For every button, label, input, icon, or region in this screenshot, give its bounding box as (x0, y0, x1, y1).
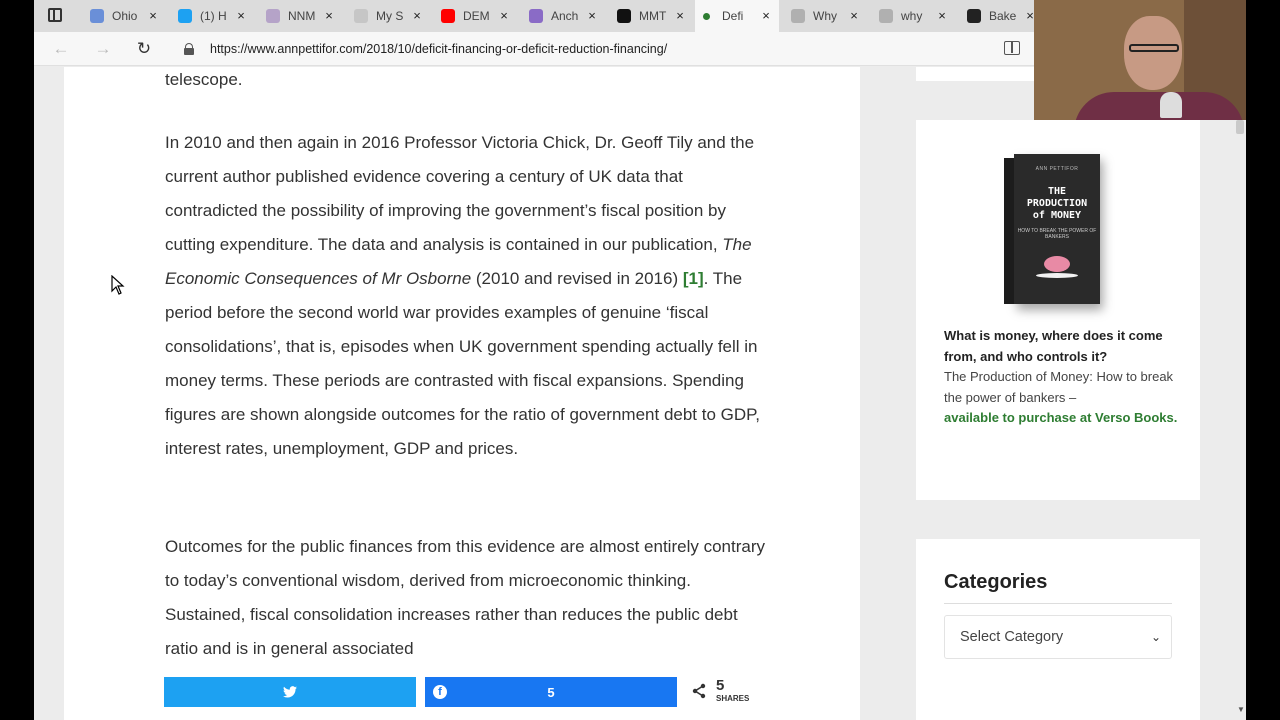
url-field[interactable]: https://www.annpettifor.com/2018/10/defi… (174, 36, 1014, 62)
browser-tab[interactable]: MMT × (609, 0, 693, 32)
microphone-icon (1160, 92, 1182, 118)
close-tab-icon[interactable]: × (146, 8, 160, 23)
tab-label: Bake (989, 9, 1017, 23)
book-description: What is money, where does it come from, … (944, 326, 1180, 429)
close-tab-icon[interactable]: × (673, 8, 687, 23)
plate-icon (1036, 273, 1078, 278)
browser-tab[interactable]: DEM × (433, 0, 517, 32)
tab-favicon-icon (354, 9, 368, 23)
close-tab-icon[interactable]: × (585, 8, 599, 23)
categories-title: Categories (944, 571, 1048, 593)
scrollbar-thumb[interactable] (1236, 120, 1244, 134)
forward-icon[interactable]: → (92, 38, 114, 60)
tab-favicon-icon (879, 9, 893, 23)
book-widget: ANN PETTIFOR THE PRODUCTION of MONEY HOW… (916, 120, 1200, 500)
tab-favicon-icon (90, 9, 104, 23)
piggy-bank-icon (1044, 256, 1070, 272)
mouse-cursor-icon (111, 275, 125, 295)
share-icon (692, 683, 706, 699)
url-text: https://www.annpettifor.com/2018/10/defi… (210, 42, 668, 56)
tab-favicon-icon (178, 9, 192, 23)
browser-tab[interactable]: why × (871, 0, 955, 32)
tab-favicon-icon (967, 9, 981, 23)
categories-widget: Categories Select Category ⌄ (916, 539, 1200, 720)
browser-tab[interactable]: NNM × (258, 0, 342, 32)
tab-favicon-icon (266, 9, 280, 23)
footnote-link[interactable]: [1] (683, 269, 704, 288)
paragraph-text: . The period before the second world war… (165, 269, 761, 458)
facebook-share-count: 5 (547, 684, 555, 700)
chevron-down-icon: ⌄ (1150, 630, 1161, 644)
tab-label: My S (376, 9, 404, 23)
paragraph-text: (2010 and revised in 2016) (471, 269, 683, 288)
share-total: 5 SHARES (691, 677, 761, 707)
book-desc: The Production of Money: How to break th… (944, 369, 1174, 405)
tab-favicon-icon (791, 9, 805, 23)
article-content: telescope. In 2010 and then again in 201… (64, 67, 860, 720)
close-tab-icon[interactable]: × (935, 8, 949, 23)
close-tab-icon[interactable]: × (847, 8, 861, 23)
tab-label: why (901, 9, 923, 23)
share-bar: f 5 5 SHARES (164, 677, 764, 707)
browser-tab[interactable]: My S × (346, 0, 430, 32)
tab-label: (1) H (200, 9, 227, 23)
category-select[interactable]: Select Category ⌄ (944, 615, 1172, 659)
book-title: THE PRODUCTION of MONEY (1026, 186, 1088, 221)
book-spine (1004, 158, 1014, 304)
browser-tab[interactable]: (1) H × (170, 0, 254, 32)
book-subtitle: HOW TO BREAK THE POWER OF BANKERS (1017, 228, 1097, 240)
close-tab-icon[interactable]: × (234, 8, 248, 23)
tab-favicon-icon (441, 9, 455, 23)
refresh-icon[interactable]: ↻ (133, 38, 155, 60)
browser-tab[interactable]: Defi × (695, 0, 779, 32)
tab-actions-icon[interactable] (48, 8, 62, 22)
tab-label: Why (813, 9, 837, 23)
verso-books-link[interactable]: available to purchase at Verso Books. (944, 410, 1177, 425)
facebook-share-button[interactable]: f 5 (425, 677, 677, 707)
category-select-value: Select Category (960, 629, 1064, 645)
tab-label: Ohio (112, 9, 138, 23)
article-paragraph: telescope. (165, 70, 243, 89)
tab-label: Anch (551, 9, 579, 23)
scroll-down-icon[interactable]: ▼ (1237, 705, 1245, 714)
share-count: 5 (716, 677, 725, 694)
close-tab-icon[interactable]: × (497, 8, 511, 23)
page-viewport: telescope. In 2010 and then again in 201… (34, 67, 1246, 720)
close-tab-icon[interactable]: × (322, 8, 336, 23)
share-label: SHARES (716, 694, 750, 703)
lock-icon (184, 43, 194, 55)
article-paragraph: Outcomes for the public finances from th… (165, 537, 765, 658)
close-tab-icon[interactable]: × (410, 8, 424, 23)
article-paragraph: In 2010 and then again in 2016 Professor… (165, 126, 765, 466)
tab-label: NNM (288, 9, 316, 23)
tab-label: Defi (722, 9, 744, 23)
book-author: ANN PETTIFOR (1035, 166, 1079, 172)
book-question: What is money, where does it come from, … (944, 328, 1163, 364)
close-tab-icon[interactable]: × (759, 8, 773, 23)
reading-view-icon[interactable] (1004, 41, 1020, 55)
back-icon[interactable]: ← (50, 38, 72, 60)
facebook-icon: f (433, 685, 447, 699)
tab-favicon-icon (617, 9, 631, 23)
tweet-button[interactable] (164, 677, 416, 707)
twitter-icon (283, 686, 297, 698)
divider (944, 603, 1172, 604)
tab-favicon-icon (529, 9, 543, 23)
browser-tab[interactable]: Ohio × (82, 0, 166, 32)
paragraph-text: In 2010 and then again in 2016 Professor… (165, 133, 755, 254)
browser-tab[interactable]: Bake × (959, 0, 1043, 32)
scrollbar[interactable]: ▼ (1234, 120, 1246, 720)
book-cover-image[interactable]: ANN PETTIFOR THE PRODUCTION of MONEY HOW… (1004, 154, 1100, 304)
webcam-overlay (1034, 0, 1246, 120)
browser-tab[interactable]: Anch × (521, 0, 605, 32)
tab-label: MMT (639, 9, 667, 23)
tab-favicon-icon (703, 12, 710, 20)
browser-tab[interactable]: Why × (783, 0, 867, 32)
tab-label: DEM (463, 9, 490, 23)
